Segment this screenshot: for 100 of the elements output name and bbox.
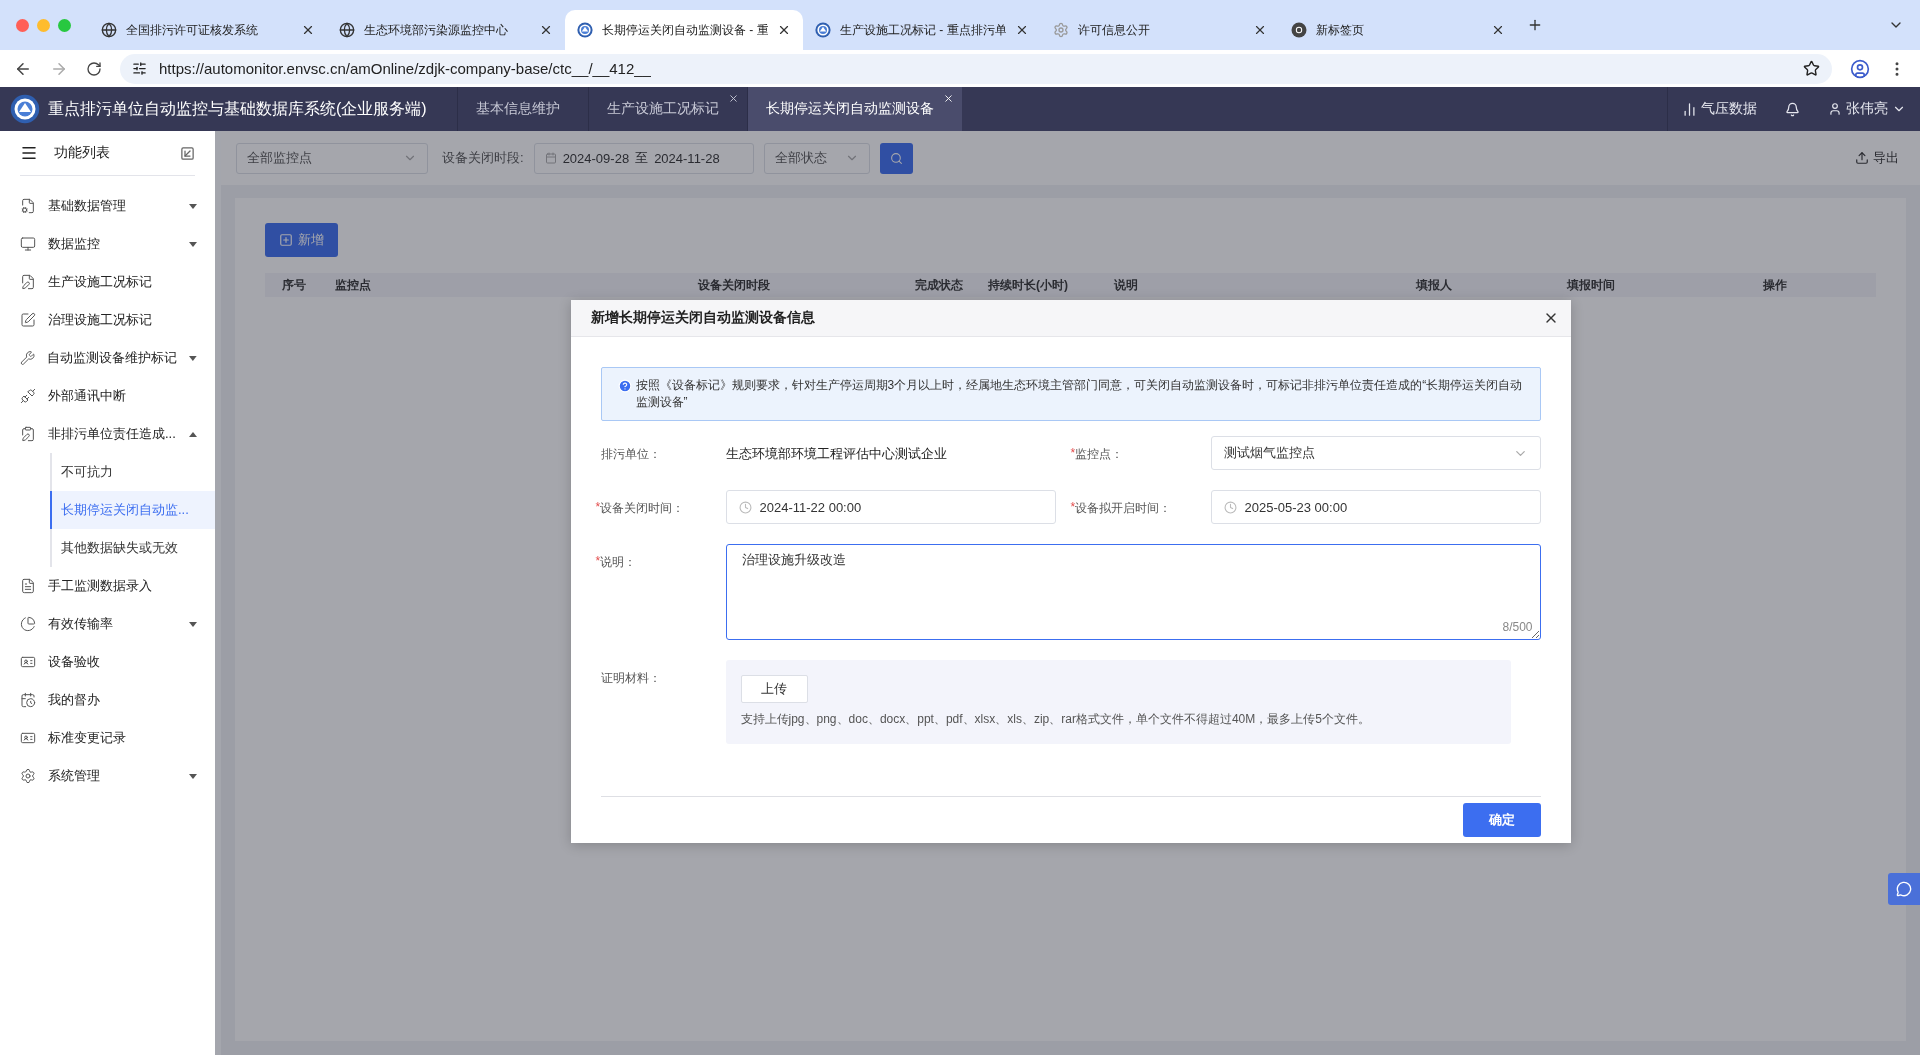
upload-button[interactable]: 上传 [740, 675, 808, 703]
column-header: 序号 [281, 276, 307, 294]
close-icon[interactable] [777, 23, 791, 37]
menu-icon[interactable] [20, 144, 38, 162]
unplug-icon [20, 388, 36, 404]
logo-emblem-icon [10, 94, 40, 124]
sidebar-subitem[interactable]: 其他数据缺失或无效 [50, 529, 215, 567]
filter-label: 设备关闭时段: [442, 149, 524, 167]
monitor-icon [20, 236, 36, 252]
sidebar-item[interactable]: 手工监测数据录入 [0, 567, 215, 605]
datetime-field[interactable]: 2025-05-23 00:00 [1210, 490, 1541, 524]
search-icon [889, 151, 903, 165]
sidebar-item[interactable]: 非排污单位责任造成... [0, 415, 215, 453]
user-menu[interactable]: 张伟亮 [1828, 100, 1906, 118]
document-gear-icon [20, 198, 36, 214]
plus-icon [279, 233, 293, 247]
notification-bell-icon[interactable] [1785, 101, 1800, 117]
browser-tab[interactable]: 生态环境部污染源监控中心 [327, 10, 565, 50]
column-header: 持续时长(小时) [987, 276, 1069, 294]
calendar-clock-icon [20, 692, 36, 708]
sidebar-item[interactable]: 标准变更记录 [0, 719, 215, 757]
required-mark: * [595, 499, 601, 514]
browser-logo-icon [1291, 22, 1307, 38]
close-icon[interactable] [301, 23, 315, 37]
pressure-data-link[interactable]: 气压数据 [1682, 100, 1757, 118]
export-button[interactable]: 导出 [1849, 148, 1905, 168]
browser-tab[interactable]: 长期停运关闭自动监测设备 - 重 [565, 10, 803, 50]
upload-hint: 支持上传jpg、png、doc、docx、ppt、pdf、xlsx、xls、zip、rar格式文件，单个文件不得超过40M，最多上传5个文件。 [740, 711, 1371, 728]
page-tab[interactable]: 长期停运关闭自动监测设备 [746, 87, 962, 131]
clock-icon [1223, 500, 1237, 514]
sidebar-item[interactable]: 设备验收 [0, 643, 215, 681]
sidebar-item[interactable]: 生产设施工况标记 [0, 263, 215, 301]
field-label: 设备拟开启时间： [1075, 500, 1172, 517]
confirm-button[interactable]: 确定 [1462, 803, 1541, 837]
close-icon[interactable] [1015, 23, 1029, 37]
sidebar-item[interactable]: 有效传输率 [0, 605, 215, 643]
close-icon[interactable] [539, 23, 553, 37]
monitor-point-select[interactable]: 全部监控点 [236, 142, 428, 174]
export-icon [1855, 151, 1869, 165]
new-tab-icon[interactable] [1527, 17, 1543, 33]
column-header: 监控点 [334, 276, 372, 294]
caret-down-icon [189, 203, 197, 209]
bar-chart-icon [1682, 101, 1697, 117]
address-bar[interactable]: https://automonitor.envsc.cn/amOnline/zdjk-company-base/ctc__/__412__ [120, 53, 1832, 84]
browser-tab[interactable]: 新标签页 [1279, 10, 1517, 50]
sidebar-item[interactable]: 基础数据管理 [0, 187, 215, 225]
sidebar-item[interactable]: 外部通讯中断 [0, 377, 215, 415]
sidebar-item[interactable]: 系统管理 [0, 757, 215, 795]
search-button[interactable] [879, 142, 913, 174]
datetime-field[interactable]: 2024-11-22 00:00 [725, 490, 1056, 524]
sidebar-item[interactable]: 治理设施工况标记 [0, 301, 215, 339]
status-select[interactable]: 全部状态 [763, 142, 870, 174]
caret-down-icon [189, 621, 197, 627]
browser-tab[interactable]: 全国排污许可证核发系统 [89, 10, 327, 50]
dialog-title: 新增长期停运关闭自动监测设备信息 [590, 309, 815, 327]
close-icon[interactable] [727, 93, 739, 104]
collapse-icon[interactable] [180, 145, 195, 161]
caret-down-icon [189, 773, 197, 779]
gear-icon [20, 768, 36, 784]
reload-icon[interactable] [86, 60, 102, 77]
close-icon[interactable] [1491, 23, 1505, 37]
column-header: 说明 [1113, 276, 1139, 294]
chat-bubble-icon [1896, 881, 1912, 897]
profile-icon[interactable] [1850, 58, 1870, 79]
caret-down-icon [189, 241, 197, 247]
chat-button[interactable] [1888, 873, 1920, 905]
required-mark: * [1070, 445, 1076, 460]
date-range-field[interactable]: 2024-09-28 至 2024-11-28 [533, 142, 754, 174]
column-header: 完成状态 [914, 276, 964, 294]
field-label: 证明材料： [600, 670, 661, 687]
document-icon [20, 578, 36, 594]
browser-tab[interactable]: 生产设施工况标记 - 重点排污单 [803, 10, 1041, 50]
field-label: 设备关闭时间： [600, 500, 685, 517]
column-header: 设备关闭时段 [696, 276, 771, 294]
field-label: 监控点： [1075, 446, 1124, 463]
emblem-icon [815, 22, 831, 38]
browser-tab[interactable]: 许可信息公开 [1041, 10, 1279, 50]
field-label: 排污单位： [600, 446, 661, 463]
close-icon[interactable] [1253, 23, 1267, 37]
wrench-icon [20, 350, 36, 366]
sidebar-subitem[interactable]: 不可抗力 [50, 453, 215, 491]
globe-icon [339, 22, 355, 38]
close-icon[interactable] [942, 93, 954, 104]
sidebar-item[interactable]: 自动监测设备维护标记 [0, 339, 215, 377]
sidebar-subitem[interactable]: 长期停运关闭自动监... [50, 491, 215, 529]
globe-icon [101, 22, 117, 38]
field-value: 生态环境部环境工程评估中心测试企业 [725, 445, 948, 463]
sidebar-item[interactable]: 数据监控 [0, 225, 215, 263]
pie-chart-icon [20, 616, 36, 632]
caret-up-icon [189, 431, 197, 437]
column-header: 填报人 [1414, 276, 1453, 294]
monitor-point-select[interactable]: 测试烟气监控点 [1210, 436, 1541, 470]
bookmark-star-icon[interactable] [1803, 60, 1820, 77]
sidebar-item[interactable]: 我的督办 [0, 681, 215, 719]
gear-icon [1053, 22, 1069, 38]
site-settings-icon [132, 61, 147, 76]
required-mark: * [595, 553, 601, 568]
column-header: 操作 [1762, 276, 1788, 294]
clock-icon [738, 500, 752, 514]
column-header: 填报时间 [1565, 276, 1616, 294]
